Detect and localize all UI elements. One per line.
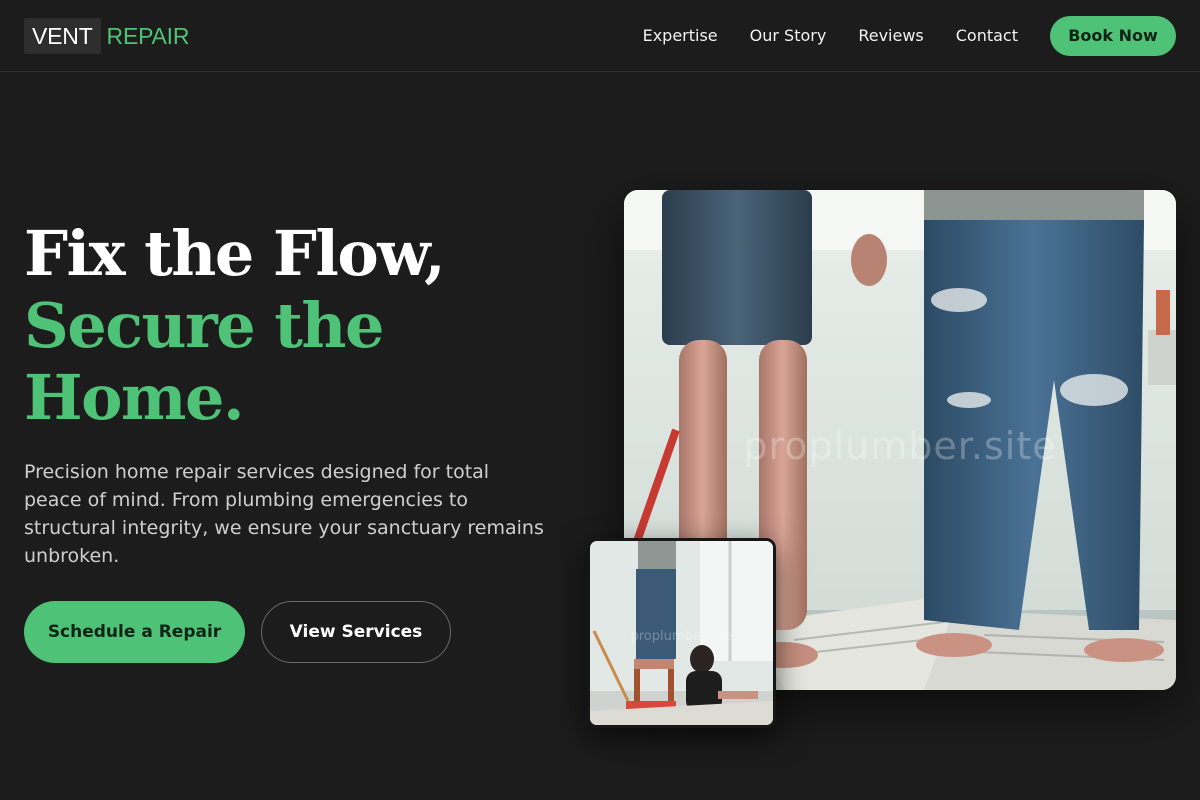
hero-photo-watermark: proplumber.site — [743, 424, 1057, 468]
hero-headline: Fix the Flow, Secure the Home. — [24, 218, 584, 434]
headline-line-1: Fix the Flow, — [24, 217, 446, 290]
logo-accent-text: REPAIR — [106, 22, 190, 49]
hero-description: Precision home repair services designed … — [24, 461, 544, 567]
top-navigation: VENT REPAIR Expertise Our Story Reviews … — [0, 0, 1200, 72]
nav-link-reviews[interactable]: Reviews — [858, 26, 923, 45]
headline-line-3: Home. — [24, 361, 245, 434]
nav-link-expertise[interactable]: Expertise — [643, 26, 718, 45]
nav-menu: Expertise Our Story Reviews Contact Book… — [643, 15, 1176, 56]
site-logo[interactable]: VENT REPAIR — [24, 17, 190, 54]
thumbnail-watermark: proplumber.site — [630, 629, 733, 644]
nav-link-our-story[interactable]: Our Story — [750, 26, 827, 45]
logo-primary-text: VENT — [24, 17, 101, 54]
schedule-repair-button[interactable]: Schedule a Repair — [24, 601, 245, 663]
book-now-button[interactable]: Book Now — [1050, 15, 1176, 56]
nav-link-contact[interactable]: Contact — [956, 26, 1018, 45]
headline-line-2: Secure the — [24, 289, 384, 362]
view-services-button[interactable]: View Services — [261, 601, 451, 663]
thumbnail-photo: proplumber.site — [587, 538, 776, 728]
